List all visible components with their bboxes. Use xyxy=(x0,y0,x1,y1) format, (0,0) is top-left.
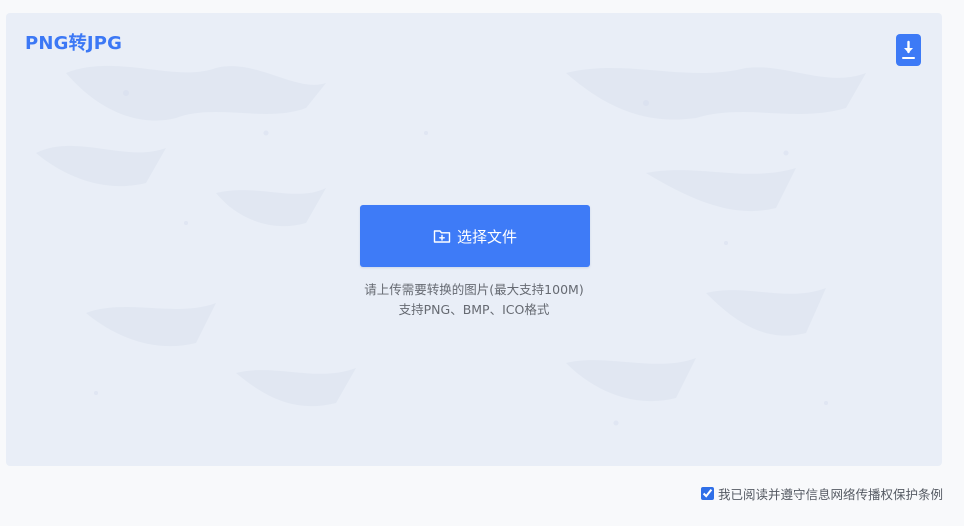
upload-size-hint: 请上传需要转换的图片(最大支持100M) xyxy=(364,282,584,297)
select-file-label: 选择文件 xyxy=(456,228,517,246)
folder-add-icon xyxy=(433,230,451,243)
page-title: PNG转JPG xyxy=(25,33,123,54)
select-file-button[interactable]: 选择文件 xyxy=(360,205,590,267)
agreement-label: 我已阅读并遵守信息网络传播权保护条例 xyxy=(717,487,943,502)
upload-panel[interactable]: PNG转JPG 选择文件 请上传需要转换的图片(最大支持100M) 支持PNG、… xyxy=(6,13,942,466)
agreement-checkbox[interactable] xyxy=(700,487,714,500)
download-button[interactable] xyxy=(896,34,921,66)
download-icon xyxy=(902,40,915,59)
upload-format-hint: 支持PNG、BMP、ICO格式 xyxy=(398,302,550,317)
agreement[interactable]: 我已阅读并遵守信息网络传播权保护条例 xyxy=(700,484,943,503)
